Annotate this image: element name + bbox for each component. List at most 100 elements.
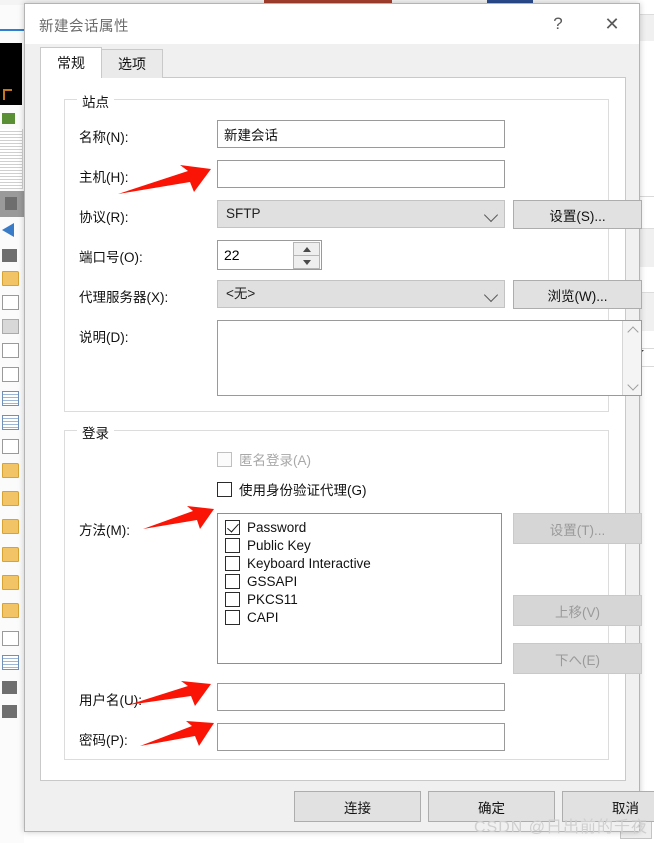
background-file-icon [2, 631, 19, 646]
background-file-icon [2, 681, 17, 694]
password-input[interactable] [217, 723, 505, 751]
help-icon[interactable]: ? [535, 4, 581, 44]
background-document-icon [2, 391, 19, 406]
method-label-text: Keyboard Interactive [247, 556, 371, 571]
password-label-row: 密码(P): [79, 729, 128, 749]
background-folder-icon [2, 463, 19, 478]
method-checkbox [225, 592, 240, 607]
background-folder-icon [2, 603, 19, 618]
triangle-up-icon [302, 246, 311, 252]
auth-agent-label: 使用身份验证代理(G) [239, 483, 367, 498]
new-session-properties-dialog: 新建会话属性 ? ✕ 常规 选项 站点 名称(N): 主机(H): 协议(R): [24, 3, 654, 832]
background-file-icon [2, 367, 19, 382]
tab-panel-general: 站点 名称(N): 主机(H): 协议(R): SFTP 设置(S)... [40, 77, 642, 781]
port-label: 端口号(O): [79, 250, 143, 265]
chevron-up-icon [626, 325, 639, 338]
scroll-down-icon[interactable] [623, 377, 642, 395]
dialog-titlebar: 新建会话属性 ? ✕ [25, 4, 639, 44]
method-item-password[interactable]: Password [225, 520, 501, 535]
method-item-gssapi[interactable]: GSSAPI [225, 574, 501, 589]
port-increment-button[interactable] [293, 242, 320, 256]
method-item-pkcs11[interactable]: PKCS11 [225, 592, 501, 607]
anonymous-login-label: 匿名登录(A) [239, 453, 311, 468]
proxy-select[interactable]: <无> [217, 280, 505, 308]
background-folder-icon [2, 547, 19, 562]
protocol-settings-button[interactable]: 设置(S)... [513, 200, 642, 229]
chevron-down-icon [483, 207, 499, 223]
proxy-browse-button[interactable]: 浏览(W)... [513, 280, 642, 309]
method-checkbox [225, 574, 240, 589]
method-label-text: Public Key [247, 538, 311, 553]
method-checkbox [225, 538, 240, 553]
method-label-text: PKCS11 [247, 592, 298, 607]
background-file-icon [2, 439, 19, 454]
port-input[interactable] [218, 241, 292, 269]
background-folder-icon [2, 271, 19, 286]
scroll-up-icon[interactable] [623, 321, 642, 339]
background-list-rows [0, 129, 23, 189]
method-label: 方法(M): [79, 523, 130, 538]
method-item-public-key[interactable]: Public Key [225, 538, 501, 553]
watermark: CSDN @日出前的千夜 [473, 819, 648, 836]
anonymous-login-checkbox [217, 451, 232, 467]
background-file-icon [2, 705, 17, 718]
background-back-arrow-icon [2, 223, 14, 237]
host-input[interactable] [217, 160, 505, 188]
background-green-chip-icon [2, 113, 15, 124]
background-file-icon [2, 295, 19, 310]
method-list[interactable]: Password Public Key Keyboard Interactive… [217, 513, 502, 664]
background-selection-line [0, 29, 24, 31]
method-item-keyboard-interactive[interactable]: Keyboard Interactive [225, 556, 501, 571]
tab-strip: 常规 选项 [40, 47, 163, 78]
method-checkbox [225, 520, 240, 535]
port-label-row: 端口号(O): [79, 246, 143, 266]
background-document-icon [2, 415, 19, 430]
tab-options[interactable]: 选项 [101, 49, 163, 78]
method-move-down-button[interactable]: 下へ(E) [513, 643, 642, 674]
method-label-row: 方法(M): [79, 519, 130, 539]
password-label: 密码(P): [79, 733, 128, 748]
description-scrollbar[interactable] [622, 321, 641, 395]
method-settings-button[interactable]: 设置(T)... [513, 513, 642, 544]
background-document-icon [2, 655, 19, 670]
protocol-label: 协议(R): [79, 210, 129, 225]
proxy-value: <无> [226, 286, 256, 301]
background-file-icon [2, 343, 19, 358]
background-terminal-box [0, 43, 22, 105]
background-folder-icon [2, 519, 19, 534]
chevron-down-icon [626, 378, 639, 391]
background-file-icon [2, 249, 17, 262]
description-label-row: 说明(D): [79, 326, 129, 346]
anonymous-login-checkbox-row[interactable]: 匿名登录(A) [217, 449, 311, 469]
login-group-legend: 登录 [77, 422, 114, 442]
background-corner-marker-icon [3, 89, 12, 100]
method-item-capi[interactable]: CAPI [225, 610, 501, 625]
username-input[interactable] [217, 683, 505, 711]
background-folder-icon [2, 575, 19, 590]
description-textarea[interactable] [218, 321, 623, 395]
name-label-row: 名称(N): [79, 126, 129, 146]
dialog-title: 新建会话属性 [39, 19, 129, 35]
method-move-up-button[interactable]: 上移(V) [513, 595, 642, 626]
name-label: 名称(N): [79, 130, 129, 145]
description-textarea-wrapper [217, 320, 642, 396]
site-group: 站点 名称(N): 主机(H): 协议(R): SFTP 设置(S)... [64, 91, 642, 412]
background-left-panel [0, 5, 24, 843]
description-label: 说明(D): [79, 330, 129, 345]
method-label-text: GSSAPI [247, 574, 298, 589]
background-file-icon [2, 319, 19, 334]
connect-button[interactable]: 连接 [294, 791, 421, 822]
username-label: 用户名(U): [79, 693, 142, 708]
tab-general[interactable]: 常规 [40, 47, 102, 78]
protocol-select[interactable]: SFTP [217, 200, 505, 228]
name-input[interactable] [217, 120, 505, 148]
method-label-text: Password [247, 520, 307, 535]
method-checkbox [225, 610, 240, 625]
background-folder-icon [2, 491, 19, 506]
username-label-row: 用户名(U): [79, 689, 142, 709]
port-decrement-button[interactable] [293, 255, 320, 269]
close-icon[interactable]: ✕ [589, 4, 635, 44]
port-stepper[interactable] [217, 240, 322, 270]
auth-agent-checkbox-row[interactable]: 使用身份验证代理(G) [217, 479, 367, 499]
proxy-label-row: 代理服务器(X): [79, 286, 168, 306]
